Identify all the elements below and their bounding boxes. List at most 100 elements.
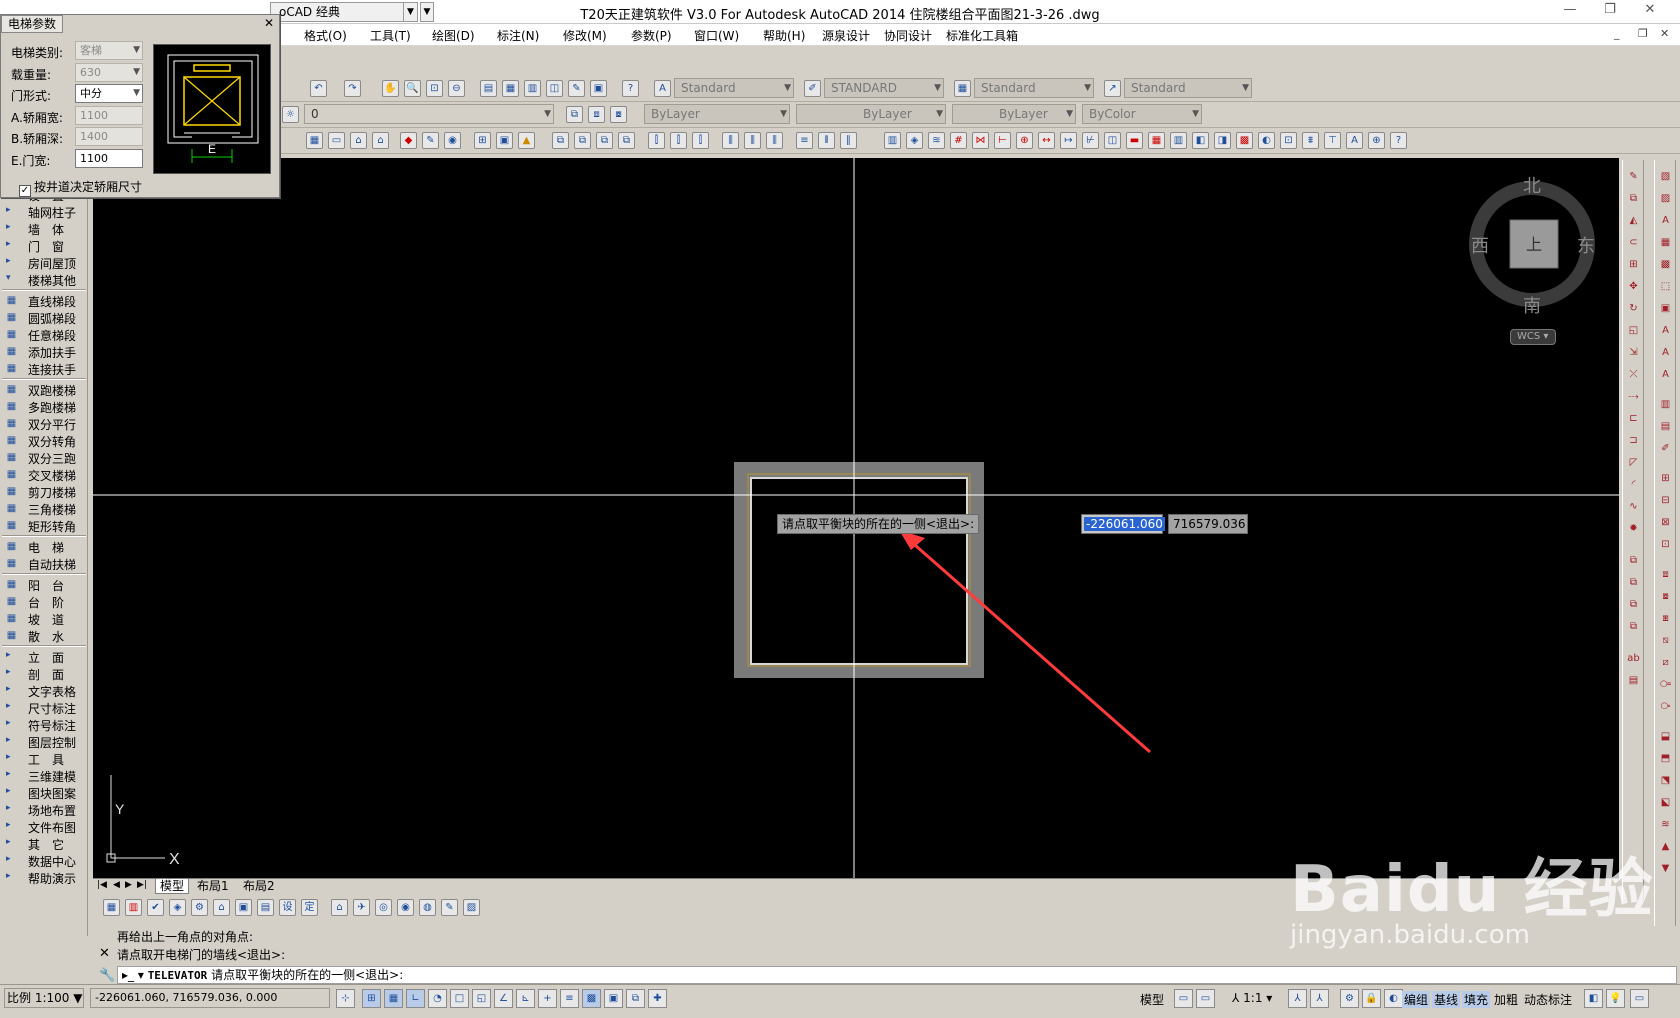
tz-tool-37-icon[interactable]: ▥ — [1170, 132, 1187, 149]
tz-r10-icon[interactable]: A — [1657, 366, 1674, 383]
tz-tool-10-icon[interactable]: ▲ — [518, 132, 535, 149]
tz-r7-icon[interactable]: ▣ — [1657, 300, 1674, 317]
bt-3-icon[interactable]: ✔ — [147, 899, 164, 916]
tz-tool-35-icon[interactable]: ▬ — [1126, 132, 1143, 149]
wcs-menu[interactable]: WCS ▾ — [1510, 329, 1556, 345]
menu-modify[interactable]: 修改(M) — [563, 27, 607, 44]
palette-item[interactable]: ▦ 圆弧梯段 — [0, 309, 88, 326]
quick-view-layouts-icon[interactable]: ▭ — [1174, 989, 1193, 1008]
tz-r30-icon[interactable]: ▲ — [1657, 838, 1674, 855]
tz-r31-icon[interactable]: ▼ — [1657, 860, 1674, 877]
3dosnap-icon[interactable]: ◱ — [472, 989, 491, 1008]
auto-scale-icon[interactable]: ⅄ — [1310, 989, 1329, 1008]
mirror-icon[interactable]: ◭ — [1625, 212, 1642, 229]
menu-std-toolbox[interactable]: 标准化工具箱 — [946, 27, 1018, 44]
palette-item[interactable]: ▦ 添加扶手 — [0, 343, 88, 360]
tz-r25-icon[interactable]: ⬓ — [1657, 728, 1674, 745]
tab-layout2[interactable]: 布局2 — [239, 879, 279, 894]
palette-item[interactable]: ▦ 自动扶梯 — [0, 555, 88, 572]
tz-tool-12-icon[interactable]: ⧉ — [574, 132, 591, 149]
annotation-scale[interactable]: ⅄ 1:1 ▾ — [1232, 991, 1272, 1005]
draw-order-3-icon[interactable]: ⧉ — [1625, 596, 1642, 613]
grid-icon[interactable]: ▦ — [384, 989, 403, 1008]
tz-tool-38-icon[interactable]: ◧ — [1192, 132, 1209, 149]
tz-tool-18-icon[interactable]: ⫼ — [722, 132, 739, 149]
copy-icon[interactable]: ⧉ — [1625, 190, 1642, 207]
draw-order-1-icon[interactable]: ⧉ — [1625, 552, 1642, 569]
design-center-icon[interactable]: ▦ — [502, 80, 519, 97]
compass-south[interactable]: 南 — [1523, 296, 1541, 317]
tz-r23-icon[interactable]: ⧃ — [1657, 676, 1674, 693]
tz-tool-41-icon[interactable]: ◐ — [1258, 132, 1275, 149]
palette-item[interactable]: ▸ 轴网柱子 — [0, 203, 88, 220]
compass-east[interactable]: 东 — [1577, 236, 1595, 257]
join-icon[interactable]: ⊐ — [1625, 432, 1642, 449]
dialog-field-select[interactable]: 中分 ▼ — [75, 84, 143, 103]
palette-item[interactable]: ▦ 直线梯段 — [0, 292, 88, 309]
bt-building-icon[interactable]: ⌂ — [331, 899, 348, 916]
model-space-button[interactable]: 模型 — [1140, 991, 1164, 1008]
osnap-icon[interactable]: □ — [450, 989, 469, 1008]
break-icon[interactable]: ⊏ — [1625, 410, 1642, 427]
bt-8-icon[interactable]: ▤ — [257, 899, 274, 916]
tz-tool-2-icon[interactable]: ▭ — [328, 132, 345, 149]
zoom-window-icon[interactable]: ⊡ — [426, 80, 443, 97]
tz-tool-44-icon[interactable]: ⊤ — [1324, 132, 1341, 149]
tz-tool-13-icon[interactable]: ⧉ — [596, 132, 613, 149]
palette-item[interactable]: ▦ 散 水 — [0, 627, 88, 644]
tz-tool-3-icon[interactable]: ⌂ — [350, 132, 367, 149]
palette-item[interactable]: ▦ 连接扶手 — [0, 360, 88, 377]
palette-item[interactable]: ▸ 数据中心 — [0, 852, 88, 869]
sc-icon[interactable]: ⧉ — [626, 989, 645, 1008]
trim-icon[interactable]: ⤫ — [1625, 366, 1642, 383]
palette-item[interactable]: ▦ 坡 道 — [0, 610, 88, 627]
tz-tool-17-icon[interactable]: ⫿ — [692, 132, 709, 149]
tz-tool-34-icon[interactable]: ◫ — [1104, 132, 1121, 149]
tz-r4-icon[interactable]: ▦ — [1657, 234, 1674, 251]
dialog-field-select[interactable]: 630 ▼ — [75, 62, 143, 82]
move-icon[interactable]: ✥ — [1625, 278, 1642, 295]
chamfer-icon[interactable]: ◸ — [1625, 454, 1642, 471]
erase-icon[interactable]: ✎ — [1625, 168, 1642, 185]
compass-north[interactable]: 北 — [1523, 176, 1541, 197]
snap-icon[interactable]: ⊞ — [362, 989, 381, 1008]
menu-window[interactable]: 窗口(W) — [694, 27, 739, 44]
menu-params[interactable]: 参数(P) — [631, 27, 672, 44]
otrack-icon[interactable]: ∠ — [494, 989, 513, 1008]
tz-tool-16-icon[interactable]: ⫿ — [670, 132, 687, 149]
checkbox-checked-icon[interactable]: ✓ — [19, 185, 31, 197]
draw-order-4-icon[interactable]: ⧉ — [1625, 618, 1642, 635]
explode-icon[interactable]: ✹ — [1625, 520, 1642, 537]
tz-tool-5-icon[interactable]: ◆ — [400, 132, 417, 149]
polar-icon[interactable]: ◔ — [428, 989, 447, 1008]
palette-item[interactable]: ▸ 其 它 — [0, 835, 88, 852]
bt-6-icon[interactable]: ⌂ — [213, 899, 230, 916]
palette-item[interactable]: ▦ 双分转角 — [0, 432, 88, 449]
tz-r24-icon[interactable]: ⧂ — [1657, 698, 1674, 715]
tz-r1-icon[interactable]: ▧ — [1657, 168, 1674, 185]
tz-text-icon[interactable]: A — [1346, 132, 1363, 149]
tz-tool-4-icon[interactable]: ⌂ — [372, 132, 389, 149]
tz-tool-32-icon[interactable]: ↦ — [1060, 132, 1077, 149]
palette-item[interactable]: ▸ 剖 面 — [0, 665, 88, 682]
dialog-title[interactable]: 电梯参数 — [1, 15, 63, 33]
palette-item[interactable]: ▸ 图块图案 — [0, 784, 88, 801]
tz-tool-11-icon[interactable]: ⧉ — [552, 132, 569, 149]
tab-prev-icon[interactable]: ◀ — [113, 880, 120, 890]
tab-first-icon[interactable]: |◀ — [97, 880, 107, 890]
bt-cube-icon[interactable]: ▨ — [463, 899, 480, 916]
bt-settings-button[interactable]: 设 — [279, 899, 296, 916]
infer-icon[interactable]: ⊹ — [336, 989, 355, 1008]
tz-tool-29-icon[interactable]: ⊢ — [994, 132, 1011, 149]
bt-globe-icon[interactable]: ◎ — [375, 899, 392, 916]
dynamic-dim-toggle[interactable]: 动态标注 — [1524, 991, 1572, 1008]
bulb-icon[interactable]: 💡 — [1606, 989, 1625, 1008]
tz-tool-36-icon[interactable]: ▦ — [1148, 132, 1165, 149]
tz-tool-42-icon[interactable]: ⊡ — [1280, 132, 1297, 149]
qp-icon[interactable]: ▣ — [604, 989, 623, 1008]
sheet-set-icon[interactable]: ◫ — [546, 80, 563, 97]
tz-tool-14-icon[interactable]: ⧉ — [618, 132, 635, 149]
tpy-icon[interactable]: ▩ — [582, 989, 601, 1008]
dialog-field-input[interactable]: 1400 — [75, 127, 143, 146]
tab-next-icon[interactable]: ▶ — [125, 880, 132, 890]
